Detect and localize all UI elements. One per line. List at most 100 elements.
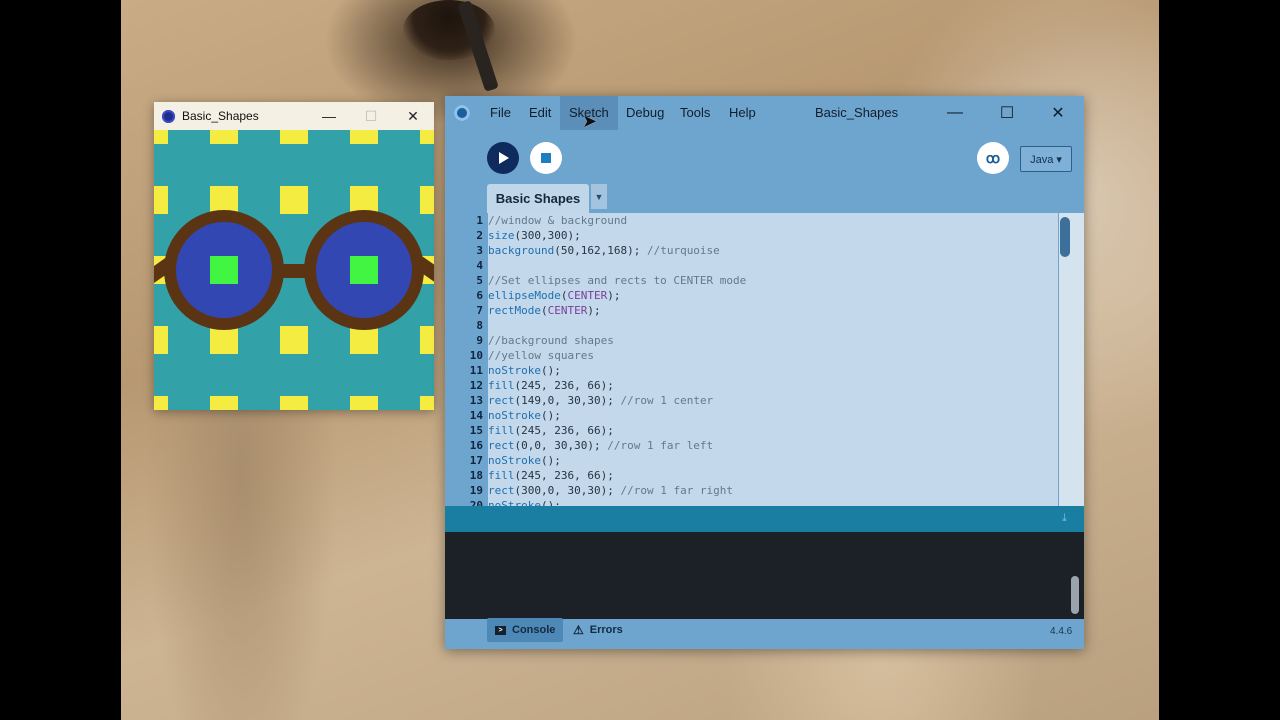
tab-console[interactable]: > Console	[487, 618, 564, 642]
line-number: 11	[469, 364, 483, 377]
code-token: size	[488, 229, 515, 242]
green-square-right	[350, 256, 378, 284]
line-number: 9	[476, 334, 483, 347]
code-line[interactable]: //background shapes	[488, 333, 614, 348]
code-line[interactable]: fill(245, 236, 66);	[488, 468, 614, 483]
code-line[interactable]: //yellow squares	[488, 348, 594, 363]
code-line[interactable]: noStroke();	[488, 453, 561, 468]
line-number: 17	[469, 454, 483, 467]
code-line[interactable]: //window & background	[488, 213, 627, 228]
code-token: (149,0, 30,30);	[514, 394, 621, 407]
mode-selector[interactable]: Java ▾	[1020, 146, 1072, 172]
code-line[interactable]: rectMode(CENTER);	[488, 303, 601, 318]
run-button[interactable]	[487, 142, 519, 174]
yellow-square	[420, 326, 434, 354]
code-line[interactable]: rect(149,0, 30,30); //row 1 center	[488, 393, 713, 408]
yellow-square	[210, 396, 238, 410]
yellow-square	[154, 396, 168, 410]
code-token: noStroke	[488, 454, 541, 467]
ide-minimize-button[interactable]: —	[930, 96, 980, 130]
code-token: ();	[540, 364, 561, 377]
code-token: );	[607, 289, 621, 302]
code-token: //yellow squares	[488, 349, 594, 362]
code-line[interactable]: fill(245, 236, 66);	[488, 423, 614, 438]
menu-tools[interactable]: Tools	[671, 96, 719, 130]
code-token: //row 1 center	[620, 394, 714, 407]
line-number: 19	[469, 484, 483, 497]
stop-button[interactable]	[530, 142, 562, 174]
sketch-window-titlebar[interactable]: Basic_Shapes — ☐ ✕	[154, 102, 434, 130]
yellow-square	[420, 396, 434, 410]
code-text-area[interactable]: //window & background size(300,300); backg…	[488, 213, 1058, 506]
code-token: noStroke	[488, 409, 541, 422]
sketch-window-title: Basic_Shapes	[182, 109, 259, 123]
line-number: 2	[476, 229, 483, 242]
tab-menu-button[interactable]: ▼	[591, 184, 607, 209]
warning-icon: ⚠	[573, 623, 584, 637]
menu-file[interactable]: File	[481, 96, 520, 130]
menu-debug[interactable]: Debug	[617, 96, 673, 130]
editor-scrollbar-track[interactable]	[1059, 213, 1084, 506]
mouse-cursor-icon: ➤	[582, 111, 598, 131]
yellow-square	[154, 326, 168, 354]
code-token: ();	[540, 454, 561, 467]
code-line[interactable]: noStroke();	[488, 408, 561, 423]
line-number: 12	[469, 379, 483, 392]
code-token: );	[587, 304, 601, 317]
yellow-square	[154, 186, 168, 214]
tab-basic-shapes[interactable]: Basic Shapes	[487, 184, 589, 213]
line-number-gutter: 1 2 3 4 5 6 7 8 9 10 11 12 13 14 15 16 17 18 19 20	[445, 213, 485, 506]
code-token: (0,0, 30,30);	[514, 439, 608, 452]
code-token: CENTER	[547, 304, 588, 317]
yellow-square	[280, 396, 308, 410]
console-scrollbar-thumb[interactable]	[1071, 576, 1079, 614]
code-line[interactable]: background(50,162,168); //turquoise	[488, 243, 720, 258]
sketch-output-window[interactable]: Basic_Shapes — ☐ ✕	[154, 102, 434, 410]
line-number: 15	[469, 424, 483, 437]
code-line[interactable]: noStroke();	[488, 363, 561, 378]
code-line[interactable]: rect(300,0, 30,30); //row 1 far right	[488, 483, 733, 498]
code-token: (50,162,168);	[554, 244, 647, 257]
ide-close-button[interactable]: ✕	[1033, 96, 1083, 130]
line-number: 20	[469, 499, 483, 506]
yellow-square	[280, 326, 308, 354]
yellow-square	[280, 186, 308, 214]
code-token: //row 1 far right	[620, 484, 734, 497]
processing-app-icon	[162, 109, 175, 123]
collapse-console-icon[interactable]: ⤓	[1062, 512, 1067, 525]
code-token: fill	[488, 424, 515, 437]
code-editor[interactable]: 1 2 3 4 5 6 7 8 9 10 11 12 13 14 15 16 17 18 19 20 //window…	[445, 213, 1084, 506]
minimize-button[interactable]: —	[308, 102, 350, 130]
tab-errors[interactable]: ⚠ Errors	[565, 618, 631, 642]
close-button[interactable]: ✕	[392, 102, 434, 130]
code-token: fill	[488, 469, 515, 482]
menu-edit[interactable]: Edit	[520, 96, 560, 130]
code-token: rectMode	[488, 304, 541, 317]
code-line[interactable]: fill(245, 236, 66);	[488, 378, 614, 393]
console-output[interactable]	[445, 532, 1084, 619]
sketch-canvas[interactable]	[154, 130, 434, 410]
menu-help[interactable]: Help	[720, 96, 765, 130]
yellow-square	[280, 130, 308, 144]
code-token: noStroke	[488, 364, 541, 377]
editor-scrollbar-thumb[interactable]	[1060, 217, 1070, 257]
debugger-button[interactable]: ꝏ	[977, 142, 1009, 174]
code-token: noStroke	[488, 499, 541, 506]
ide-maximize-button[interactable]: ☐	[982, 96, 1032, 130]
code-line[interactable]: //Set ellipses and rects to CENTER mode	[488, 273, 746, 288]
play-icon	[499, 152, 509, 164]
code-line[interactable]: rect(0,0, 30,30); //row 1 far left	[488, 438, 713, 453]
yellow-square	[154, 130, 168, 144]
processing-logo-icon	[454, 105, 470, 121]
green-square-left	[210, 256, 238, 284]
code-token: //background shapes	[488, 334, 614, 347]
processing-ide-window[interactable]: File Edit Sketch Debug Tools Help Basic_…	[445, 96, 1084, 649]
line-number: 5	[476, 274, 483, 287]
ide-window-title: Basic_Shapes	[815, 105, 899, 120]
maximize-button[interactable]: ☐	[350, 102, 392, 130]
version-label: 4.4.6	[1050, 626, 1073, 637]
code-line[interactable]: noStroke();	[488, 498, 561, 506]
code-line[interactable]: size(300,300);	[488, 228, 581, 243]
code-line[interactable]: ellipseMode(CENTER);	[488, 288, 620, 303]
code-token: //Set ellipses and rects to CENTER mode	[488, 274, 747, 287]
